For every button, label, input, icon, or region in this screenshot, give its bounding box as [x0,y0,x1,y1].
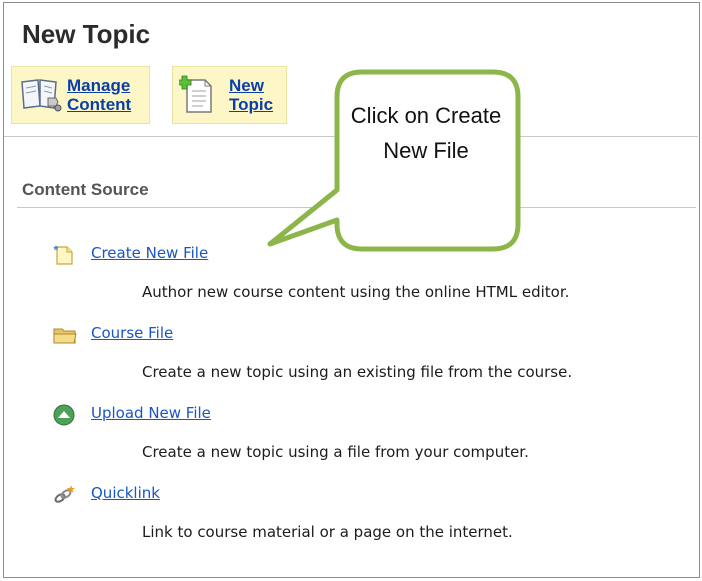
callout-text: Click on Create New File [350,103,502,163]
callout-bubble [267,69,521,252]
